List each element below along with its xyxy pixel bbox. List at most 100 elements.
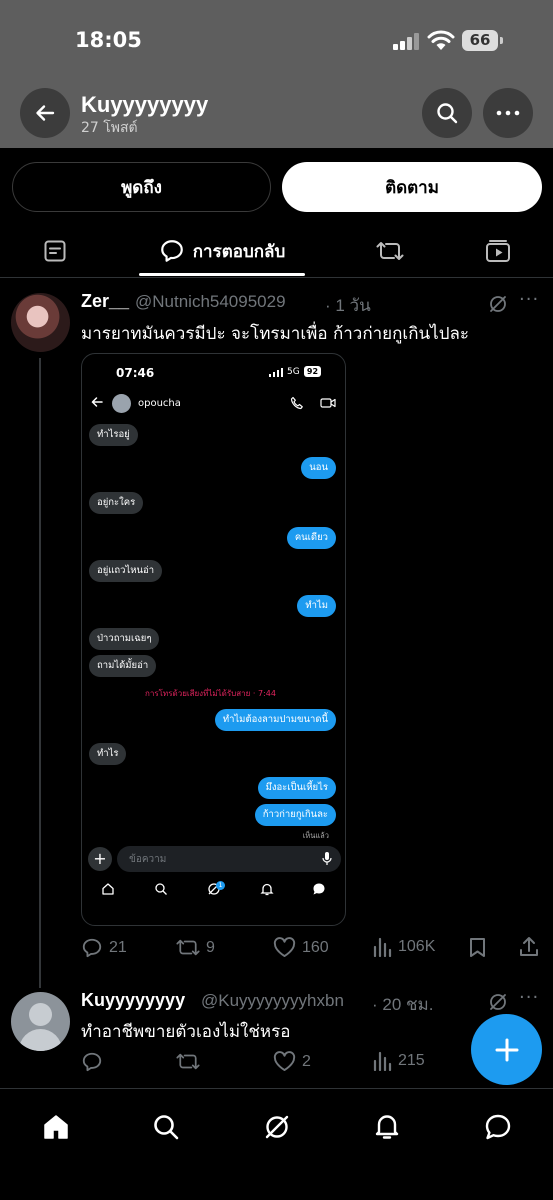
chat-bubble-outgoing: คนเดียว [286, 527, 336, 549]
views-count: 215 [398, 1052, 425, 1069]
nav-search[interactable] [151, 1112, 181, 1142]
like-count: 160 [302, 938, 329, 956]
follow-button[interactable]: ติดตาม [282, 162, 542, 212]
tab-media[interactable] [473, 226, 523, 276]
shot-battery: 92 [304, 366, 321, 377]
chat-bubble-outgoing: ก้าวก่ายกูเกินละ [254, 804, 336, 826]
bottom-navigation [0, 1088, 553, 1200]
views-count: 106K [398, 938, 436, 955]
post-time: · 1 วัน [325, 296, 371, 315]
shot-input-placeholder: ข้อความ [129, 854, 167, 865]
more-button[interactable] [483, 88, 533, 138]
views-button[interactable]: 215 [372, 1051, 425, 1071]
shot-message-input: ข้อความ [117, 846, 341, 872]
profile-tabs: การตอบกลับ [0, 226, 553, 278]
post-author-name[interactable]: Kuyyyyyyyy [81, 990, 185, 1011]
repost-icon [176, 1053, 200, 1070]
status-bar: 18:05 66 [0, 0, 553, 80]
like-button[interactable]: 160 [273, 937, 329, 958]
views-button[interactable]: 106K [372, 937, 435, 957]
repost-icon [376, 242, 404, 260]
post-count: 27 โพสต์ [81, 120, 138, 136]
nav-messages[interactable] [483, 1112, 513, 1142]
post-author-handle[interactable]: @Kuyyyyyyyyhxbn [201, 991, 344, 1011]
like-button[interactable]: 2 [273, 1051, 311, 1072]
post-text: ทำอาชีพขายตัวเองไม่ใช่หรอ [81, 1022, 291, 1042]
repost-button[interactable] [176, 1051, 206, 1072]
signal-icon [393, 32, 419, 50]
post-image[interactable]: 07:46 5G 92 opoucha ทำไรอยู่ นอน อยู่กะใ… [81, 353, 346, 926]
post-more-icon[interactable]: ··· [519, 987, 539, 1008]
repost-icon [176, 939, 200, 956]
tab-replies-label: การตอบกลับ [192, 241, 286, 262]
post-author-handle[interactable]: @Nutnich54095029 [135, 292, 286, 312]
reply-button[interactable]: 21 [81, 937, 127, 959]
tab-posts[interactable] [30, 226, 80, 276]
shot-signal-icon [269, 368, 283, 377]
tab-reposts[interactable] [365, 226, 415, 276]
status-time: 18:05 [75, 28, 142, 52]
repost-button[interactable]: 9 [176, 937, 215, 958]
reply-icon [82, 938, 102, 958]
reply-icon [82, 1052, 102, 1072]
nav-grok[interactable] [262, 1112, 292, 1142]
battery-indicator: 66 [462, 30, 503, 51]
search-icon [154, 1115, 179, 1140]
message-icon [485, 1114, 511, 1140]
like-count: 2 [302, 1052, 311, 1070]
shot-search-icon [155, 883, 167, 895]
post-author-name[interactable]: Zer__ [81, 291, 129, 312]
reply-icon [160, 240, 183, 262]
repost-count: 9 [206, 938, 215, 956]
grok-icon [265, 1115, 289, 1139]
chat-bubble-outgoing: ทำไมต้องลามปามขนาดนี้ [214, 709, 336, 731]
shot-status-time: 07:46 [116, 366, 155, 380]
shot-back-icon [91, 397, 103, 407]
reply-button[interactable] [81, 1051, 109, 1073]
chat-bubble-outgoing: มึงอะเป็นเหี้ยไร [257, 777, 336, 799]
tab-replies[interactable]: การตอบกลับ [139, 226, 305, 276]
plus-icon [495, 1038, 518, 1061]
shot-mic-icon [322, 852, 332, 865]
bell-icon [375, 1115, 399, 1139]
views-icon [373, 1051, 392, 1071]
bookmark-icon [470, 938, 485, 957]
share-icon [520, 937, 538, 956]
profile-header-bar: 18:05 66 Kuyyyyyyyy 27 โพสต์ [0, 0, 553, 148]
compose-button[interactable] [471, 1014, 542, 1085]
back-arrow-icon [36, 105, 55, 121]
media-icon [486, 240, 510, 262]
share-button[interactable] [518, 936, 546, 958]
post-time: · 20 ชม. [372, 995, 434, 1014]
bookmark-button[interactable] [468, 937, 493, 958]
shot-badge: 1 [216, 881, 225, 890]
reply-count: 21 [109, 939, 127, 956]
chat-bubble-outgoing: นอน [301, 457, 336, 479]
thread-line [39, 358, 41, 988]
chat-bubble-incoming: ทำไรอยู่ [89, 424, 138, 446]
nav-notifications[interactable] [372, 1112, 402, 1142]
shot-plus-icon: + [88, 847, 112, 871]
nav-home[interactable] [41, 1112, 71, 1142]
home-icon [44, 1115, 68, 1139]
shot-network: 5G [287, 367, 300, 377]
avatar[interactable] [11, 992, 70, 1051]
search-button[interactable] [422, 88, 472, 138]
missed-call-notice: การโทรด้วยเสียงที่ไม่ได้รับสาย · 7:44 [145, 689, 276, 698]
grok-icon[interactable] [488, 992, 508, 1012]
active-tab-indicator [139, 273, 305, 276]
more-icon [496, 110, 520, 116]
chat-bubble-incoming: ถามได้มั้ยอ่า [89, 655, 157, 677]
back-button[interactable] [20, 88, 70, 138]
seen-indicator: เห็นแล้ว [302, 831, 329, 840]
post-text: มารยาทมันควรมีปะ จะโทรมาเพื่อ ก้าวก่ายกู… [81, 324, 470, 344]
avatar[interactable] [11, 293, 70, 352]
search-icon [437, 103, 458, 124]
like-icon [273, 1051, 296, 1072]
shot-video-icon [320, 398, 336, 408]
grok-icon[interactable] [488, 294, 508, 314]
shot-home-icon [102, 883, 114, 895]
mention-button[interactable]: พูดถึง [12, 162, 271, 212]
chat-bubble-outgoing: ทำไม [297, 595, 336, 617]
post-more-icon[interactable]: ··· [519, 289, 539, 310]
